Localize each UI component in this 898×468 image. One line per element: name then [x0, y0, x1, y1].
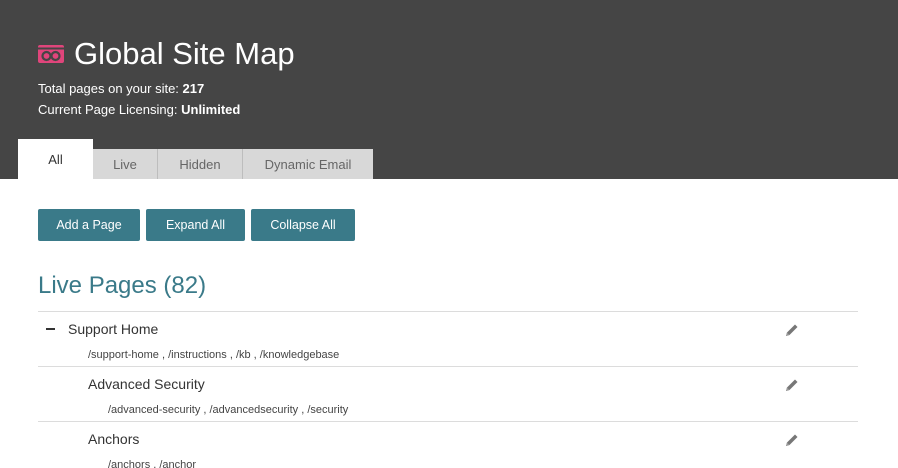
tab-bar: All Live Hidden Dynamic Email: [18, 139, 373, 179]
list-item: Anchors /anchors , /anchor: [38, 421, 858, 468]
minus-icon[interactable]: [46, 328, 55, 330]
tab-live[interactable]: Live: [93, 149, 158, 179]
licensing-stat: Current Page Licensing: Unlimited: [38, 102, 240, 117]
page-name[interactable]: Advanced Security: [88, 376, 205, 392]
page-name[interactable]: Anchors: [88, 431, 139, 447]
licensing-value: Unlimited: [181, 102, 241, 117]
list-item: Advanced Security /advanced-security , /…: [38, 366, 858, 421]
section-title: Live Pages (82): [38, 272, 207, 299]
page-urls: /advanced-security , /advancedsecurity ,…: [108, 404, 349, 416]
pencil-icon[interactable]: [784, 322, 800, 338]
add-page-button[interactable]: Add a Page: [38, 209, 140, 241]
total-pages-stat: Total pages on your site: 217: [38, 81, 204, 96]
infinity-logo-icon: [38, 45, 64, 63]
page-list: Support Home /support-home , /instructio…: [38, 311, 858, 468]
page-name[interactable]: Support Home: [68, 321, 158, 337]
list-item: Support Home /support-home , /instructio…: [38, 311, 858, 366]
tab-all[interactable]: All: [18, 139, 93, 179]
total-pages-value: 217: [182, 81, 205, 96]
tab-hidden[interactable]: Hidden: [158, 149, 243, 179]
pencil-icon[interactable]: [784, 377, 800, 393]
tab-dynamic-email[interactable]: Dynamic Email: [243, 149, 373, 179]
expand-all-button[interactable]: Expand All: [146, 209, 245, 241]
page-urls: /anchors , /anchor: [108, 459, 197, 468]
total-pages-label: Total pages on your site:: [38, 81, 179, 96]
title-row: Global Site Map: [38, 36, 295, 72]
toolbar: Add a Page Expand All Collapse All: [38, 209, 355, 241]
page-urls: /support-home , /instructions , /kb , /k…: [88, 349, 340, 361]
licensing-label: Current Page Licensing:: [38, 102, 178, 117]
collapse-all-button[interactable]: Collapse All: [251, 209, 355, 241]
pencil-icon[interactable]: [784, 432, 800, 448]
page-header: Global Site Map Total pages on your site…: [0, 0, 898, 179]
page-title: Global Site Map: [74, 36, 295, 71]
